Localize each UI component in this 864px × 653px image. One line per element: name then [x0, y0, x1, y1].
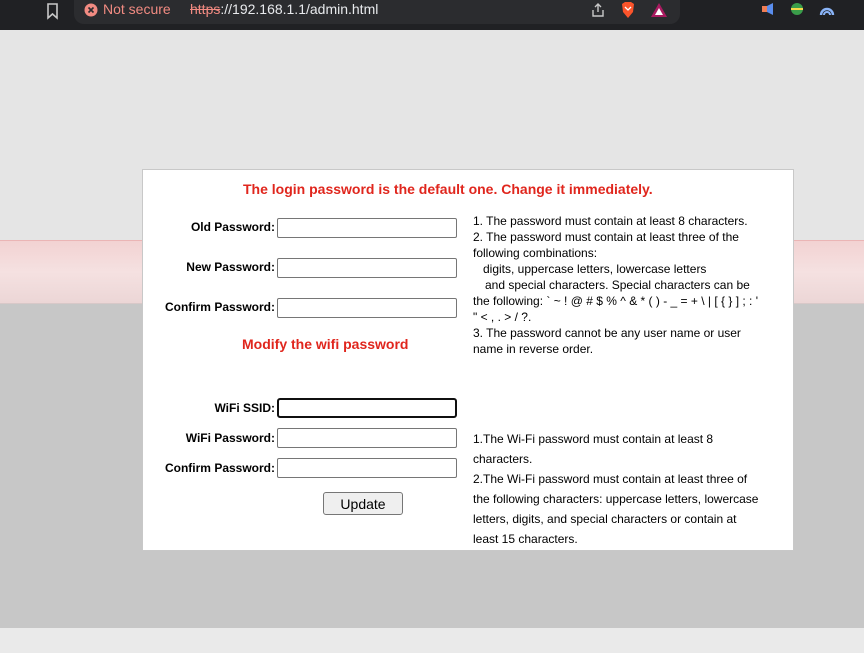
url-scheme: https	[190, 1, 221, 17]
wifi-password-heading: Modify the wifi password	[242, 336, 409, 352]
bookmark-icon[interactable]	[44, 2, 62, 20]
login-rule-2a: digits, uppercase letters, lowercase let…	[483, 262, 707, 276]
wifi-rule-2: 2.The Wi-Fi password must contain at lea…	[473, 472, 759, 546]
wifi-password-rules: 1.The Wi-Fi password must contain at lea…	[473, 429, 763, 549]
address-bar[interactable]: Not secure https://192.168.1.1/admin.htm…	[74, 0, 680, 24]
login-password-warning: The login password is the default one. C…	[243, 181, 653, 197]
wifi-password-label: WiFi Password:	[185, 431, 275, 445]
brave-rewards-icon[interactable]	[650, 2, 668, 18]
not-secure-icon[interactable]	[84, 3, 98, 17]
share-icon[interactable]	[590, 2, 606, 18]
new-password-input[interactable]	[277, 258, 457, 278]
update-button[interactable]: Update	[323, 492, 403, 515]
login-rule-3: 3. The password cannot be any user name …	[473, 326, 741, 356]
wifi-password-input[interactable]	[277, 428, 457, 448]
wifi-confirm-password-input[interactable]	[277, 458, 457, 478]
confirm-password-input[interactable]	[277, 298, 457, 318]
extension-arc-icon[interactable]	[818, 1, 836, 17]
brave-shield-icon[interactable]	[620, 1, 636, 19]
url-path: ://192.168.1.1/admin.html	[220, 1, 379, 17]
login-rule-2: 2. The password must contain at least th…	[473, 230, 739, 260]
url-text[interactable]: https://192.168.1.1/admin.html	[190, 0, 378, 18]
browser-toolbar: Not secure https://192.168.1.1/admin.htm…	[0, 0, 864, 30]
login-rule-2b: and special characters. Special characte…	[473, 278, 759, 324]
extension-icon[interactable]	[760, 1, 776, 17]
not-secure-label[interactable]: Not secure	[103, 0, 171, 18]
change-password-dialog: The login password is the default one. C…	[142, 169, 794, 551]
new-password-label: New Password:	[186, 260, 275, 274]
login-password-rules: 1. The password must contain at least 8 …	[473, 213, 763, 357]
wifi-ssid-input[interactable]	[277, 398, 457, 418]
old-password-input[interactable]	[277, 218, 457, 238]
wifi-rule-1: 1.The Wi-Fi password must contain at lea…	[473, 432, 714, 466]
extension-globe-icon[interactable]	[788, 1, 806, 17]
wifi-confirm-password-label: Confirm Password:	[164, 461, 275, 475]
confirm-password-label: Confirm Password:	[164, 300, 275, 314]
old-password-label: Old Password:	[190, 220, 275, 234]
footer-band	[0, 628, 864, 653]
login-rule-1: 1. The password must contain at least 8 …	[473, 214, 748, 228]
wifi-ssid-label: WiFi SSID:	[214, 401, 275, 415]
